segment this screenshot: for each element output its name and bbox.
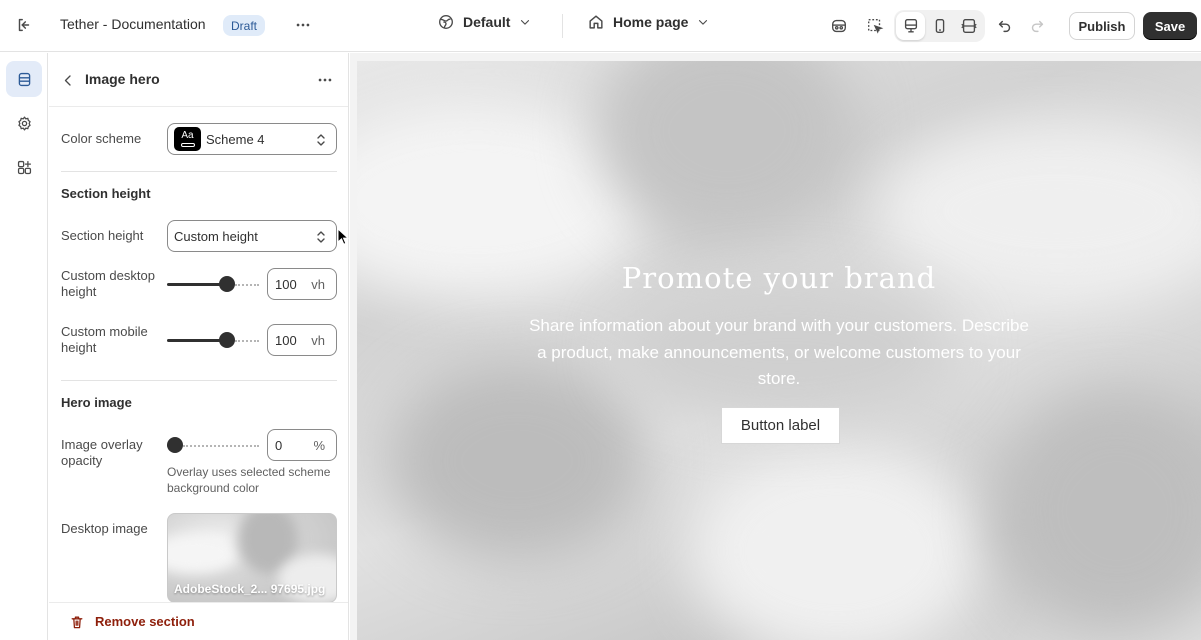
undo-icon[interactable] [990,11,1020,41]
trash-icon [71,616,83,628]
desktop-icon[interactable] [896,12,925,40]
full-width-icon[interactable] [954,12,983,40]
save-button[interactable]: Save [1143,12,1197,40]
store-title: Tether - Documentation [60,16,206,32]
exit-icon[interactable] [9,10,39,40]
color-scheme-select[interactable]: Aa Scheme 4 [167,123,337,155]
scheme-swatch-text: Aa [181,130,194,141]
divider [61,380,337,381]
mouse-cursor-icon [337,228,349,245]
settings-gear-icon[interactable] [6,105,42,141]
section-height-select[interactable]: Custom height [167,220,337,252]
color-scheme-label: Color scheme [61,131,142,146]
overlay-help-text: Overlay uses selected scheme background … [167,465,331,495]
slider-track-fill [167,339,227,342]
unit-label: vh [311,332,325,348]
custom-mobile-height-slider[interactable] [167,330,259,350]
section-height-value: Custom height [174,228,258,244]
select-element-icon[interactable] [860,11,890,41]
chevron-down-icon [521,20,530,25]
back-arrow-icon[interactable] [53,65,83,95]
theme-selector-label: Default [463,14,511,30]
inspector-icon[interactable] [824,11,854,41]
mobile-icon[interactable] [925,12,954,40]
remove-section-button[interactable]: Remove section [49,602,348,640]
status-badge: Draft [223,15,266,36]
fabric-highlight [168,534,238,574]
home-icon [589,15,603,29]
custom-desktop-height-label: Custom desktop height [61,268,155,299]
color-scheme-value: Scheme 4 [206,131,265,147]
section-settings-panel: Image hero Color scheme Aa Scheme 4 Sect… [49,53,349,640]
hero-button[interactable]: Button label [721,407,840,444]
custom-mobile-height-input[interactable]: 100 vh [267,324,337,356]
slider-track [183,445,259,447]
apps-icon[interactable] [6,149,42,185]
slider-track-fill [167,283,227,286]
editor-topbar: Tether - Documentation Draft Default Hom… [0,0,1201,52]
scheme-swatch: Aa [174,127,201,151]
custom-desktop-height-value: 100 [275,276,297,292]
select-chevron-icon [317,231,325,243]
storefront-preview: Promote your brand Share information abo… [350,53,1201,640]
desktop-image-label: Desktop image [61,521,148,536]
hero-heading[interactable]: Promote your brand [357,261,1201,295]
remove-section-label: Remove section [95,614,195,629]
section-height-label: Section height [61,228,144,243]
slider-thumb[interactable] [218,276,235,292]
image-hero-section[interactable]: Promote your brand Share information abo… [357,61,1201,640]
more-horizontal-icon[interactable] [310,65,340,95]
custom-mobile-height-value: 100 [275,332,297,348]
slider-thumb[interactable] [167,437,183,453]
page-selector[interactable]: Home page [587,13,710,31]
slider-thumb[interactable] [218,332,235,348]
image-overlay-opacity-input[interactable]: 0 % [267,429,337,461]
image-overlay-opacity-slider[interactable] [167,435,259,455]
hero-text[interactable]: Share information about your brand with … [529,313,1029,393]
custom-desktop-height-slider[interactable] [167,274,259,294]
redo-icon[interactable] [1022,11,1052,41]
hero-content: Promote your brand Share information abo… [357,61,1201,640]
image-overlay-opacity-value: 0 [275,437,283,453]
topbar-divider [562,14,563,38]
publish-button[interactable]: Publish [1069,12,1135,40]
image-filename: AdobeStock_2... 97695.jpg [174,582,326,596]
sections-icon[interactable] [6,61,42,97]
more-horizontal-icon[interactable] [288,10,318,40]
unit-label: vh [311,276,325,292]
theme-selector[interactable]: Default [437,13,532,31]
panel-header: Image hero [49,53,348,107]
select-chevron-icon [317,134,325,146]
scheme-swatch-pill [180,143,195,147]
page-selector-label: Home page [613,14,689,30]
section-height-heading: Section height [61,186,151,201]
unit-label: % [313,437,325,453]
slider-track [234,284,259,286]
chevron-down-icon [699,20,708,25]
theme-globe-icon [439,15,453,29]
device-preview-toggle [894,10,985,42]
divider [61,171,337,172]
hero-image-heading: Hero image [61,395,132,410]
panel-title: Image hero [85,71,160,87]
image-overlay-opacity-label: Image overlay opacity [61,437,143,468]
desktop-image-picker[interactable]: AdobeStock_2... 97695.jpg [167,513,337,603]
custom-mobile-height-label: Custom mobile height [61,324,148,355]
editor-nav-rail [0,53,48,640]
custom-desktop-height-input[interactable]: 100 vh [267,268,337,300]
slider-track [234,340,259,342]
